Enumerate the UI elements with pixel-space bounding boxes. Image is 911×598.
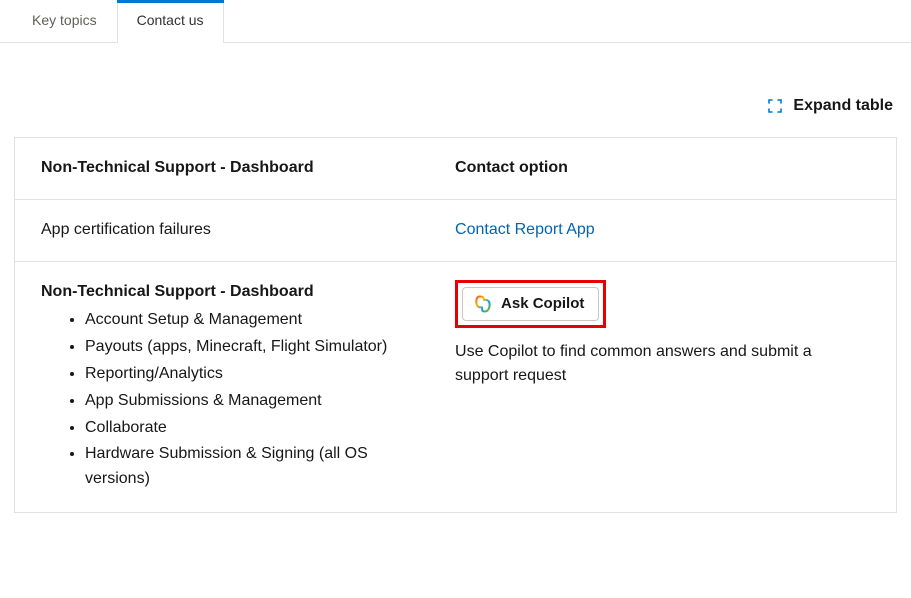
ask-copilot-button[interactable]: Ask Copilot: [462, 287, 599, 321]
contact-report-app-link[interactable]: Contact Report App: [455, 221, 595, 238]
ask-copilot-label: Ask Copilot: [501, 295, 584, 312]
tab-content: Expand table Non-Technical Support - Das…: [0, 43, 911, 527]
table-row: Non-Technical Support - Dashboard Accoun…: [15, 261, 897, 512]
table-header-left: Non-Technical Support - Dashboard: [15, 138, 430, 200]
list-item: Account Setup & Management: [85, 308, 403, 333]
tabs-bar: Key topics Contact us: [0, 0, 911, 43]
list-item: Hardware Submission & Signing (all OS ve…: [85, 442, 403, 492]
table-row: App certification failures Contact Repor…: [15, 199, 897, 261]
expand-icon: [767, 98, 783, 114]
list-item: Collaborate: [85, 416, 403, 441]
table-header-right: Contact option: [429, 138, 896, 200]
row2-list: Account Setup & Management Payouts (apps…: [41, 308, 403, 492]
copilot-helper-text: Use Copilot to find common answers and s…: [455, 340, 855, 390]
list-item: Payouts (apps, Minecraft, Flight Simulat…: [85, 335, 403, 360]
list-item: App Submissions & Management: [85, 389, 403, 414]
tab-key-topics[interactable]: Key topics: [12, 0, 117, 42]
row1-topic: App certification failures: [15, 199, 430, 261]
highlight-box: Ask Copilot: [455, 280, 606, 328]
list-item: Reporting/Analytics: [85, 362, 403, 387]
support-table: Non-Technical Support - Dashboard Contac…: [14, 137, 897, 513]
row2-heading: Non-Technical Support - Dashboard: [41, 280, 403, 305]
copilot-icon: [473, 294, 493, 314]
tab-contact-us[interactable]: Contact us: [117, 0, 224, 43]
expand-table-label: Expand table: [793, 97, 893, 115]
expand-table-button[interactable]: Expand table: [14, 97, 897, 115]
